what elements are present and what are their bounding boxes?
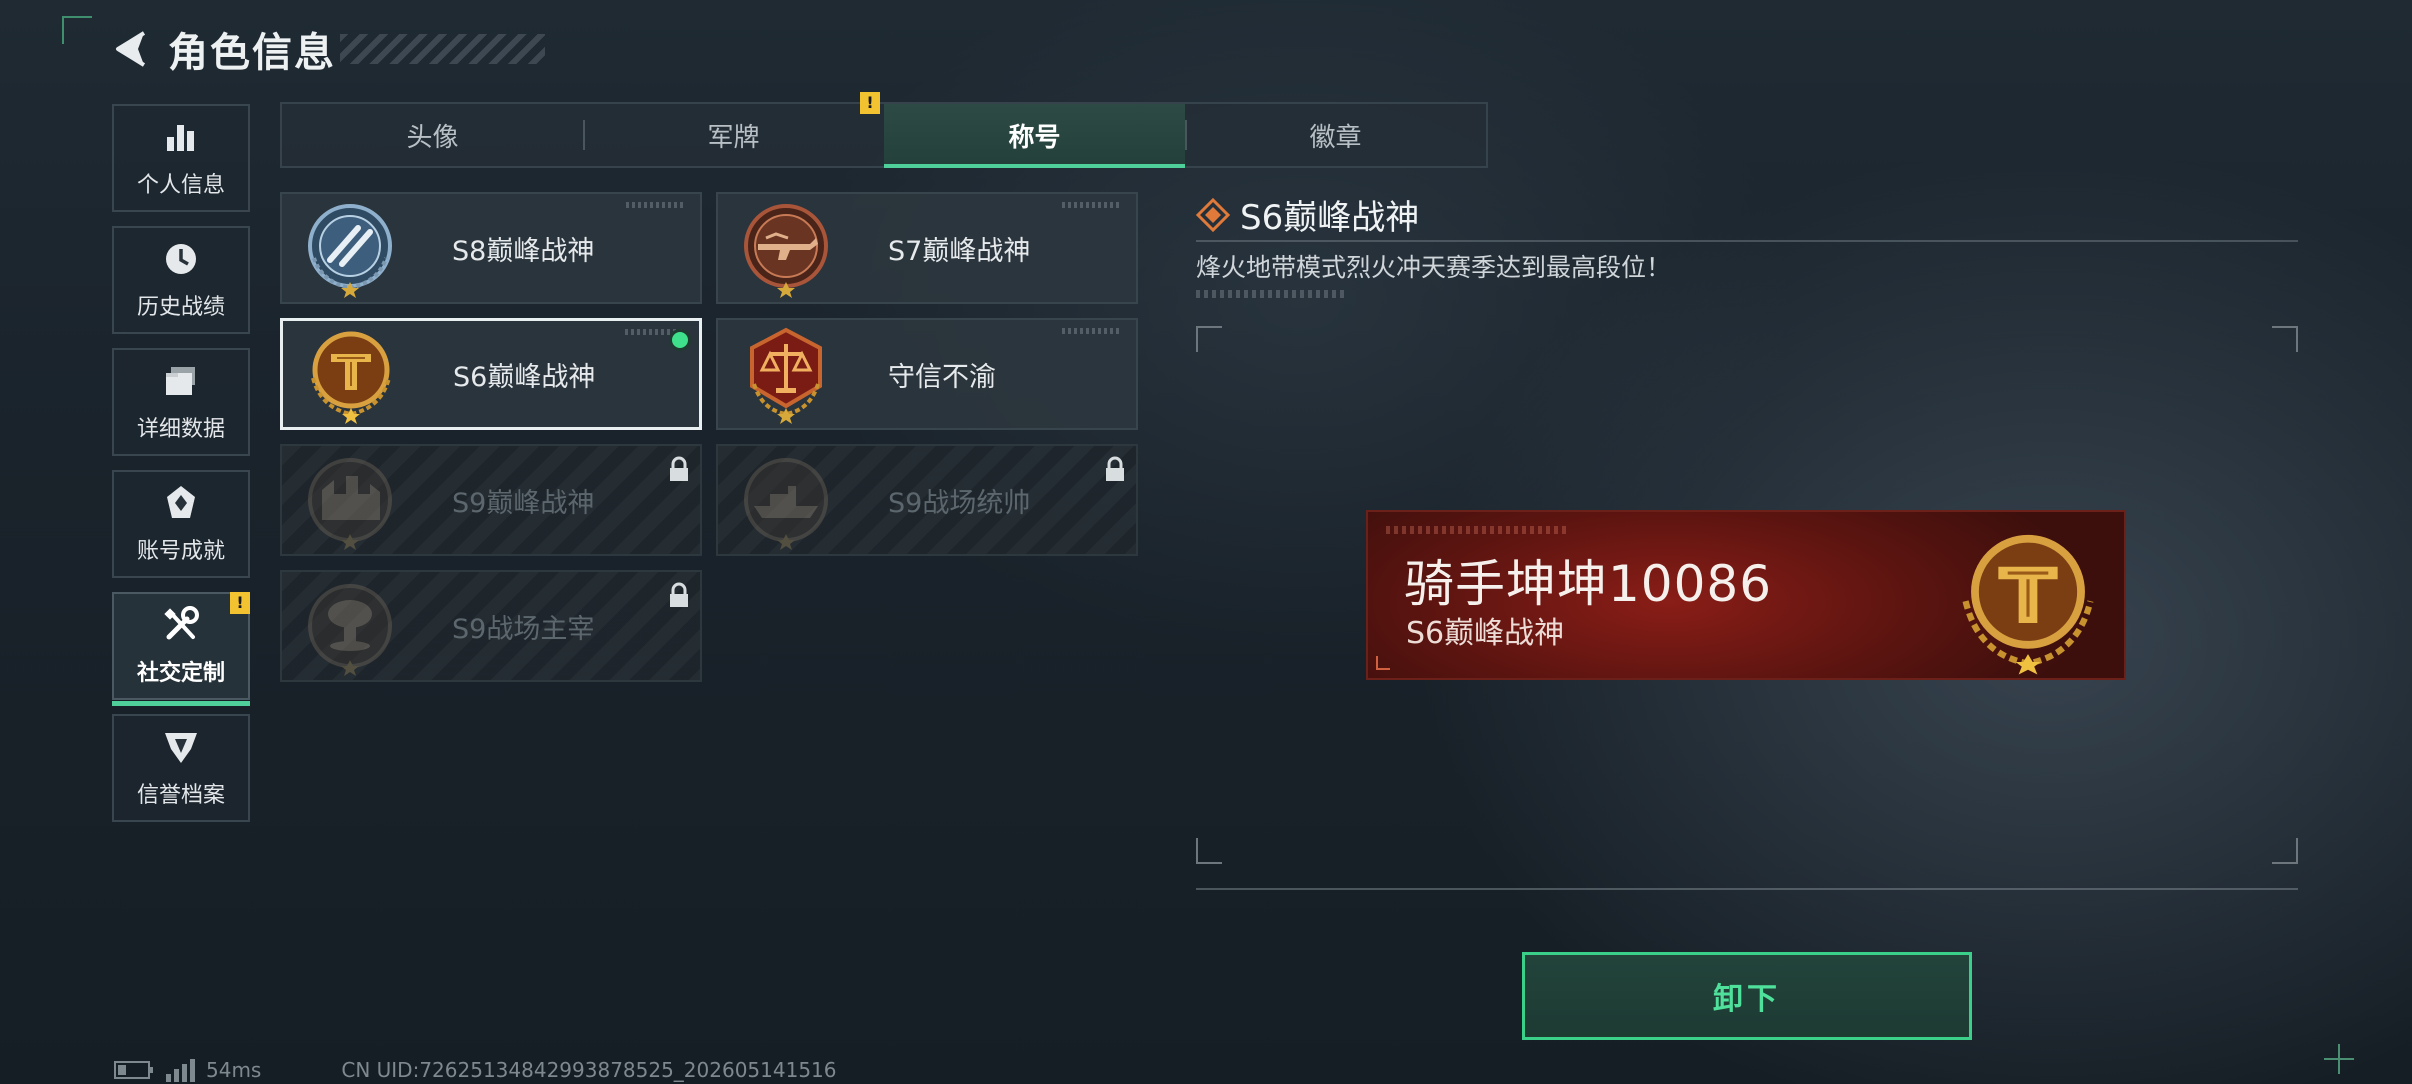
gold-t-emblem-icon [1962,534,2094,675]
detail-decoration [1196,290,1346,298]
history-clock-icon [166,244,196,274]
title-card-s7[interactable]: S7巅峰战神 [716,192,1138,304]
fortress-emblem-icon [308,458,392,550]
banner-title-text: S6巅峰战神 [1406,616,1565,651]
corner-mark-top-left [62,16,92,44]
equipped-indicator [669,329,691,351]
header-decoration [340,34,545,64]
tab-badge[interactable]: 徽章 [1185,104,1486,166]
player-name: 骑手坤坤10086 [1404,555,1773,613]
card-decoration [1062,202,1122,208]
detail-header: S6巅峰战神 [1196,190,1419,239]
gold-t-emblem-icon [311,331,391,424]
bronze-gun-emblem-icon [744,204,828,298]
battery-icon [114,1061,153,1079]
scales-emblem-icon [750,327,822,424]
lock-icon [670,582,688,607]
title-card-label: S9战场主宰 [452,613,595,645]
divider [1196,888,2298,890]
sidebar-item-personal-info[interactable]: 个人信息 [112,104,250,212]
tab-avatar[interactable]: 头像 [282,104,583,166]
title-card-s8[interactable]: S8巅峰战神 [280,192,702,304]
title-card-s9-peak[interactable]: S9巅峰战神 [280,444,702,556]
lock-icon [1106,456,1124,481]
frame-corner [2272,326,2298,352]
status-bar: 54ms CN UID:7262513484299387852​5_202605… [114,1058,837,1082]
page-header: 角色信息 [110,22,336,76]
warning-badge: ! [230,592,250,614]
sidebar-item-label: 历史战绩 [136,295,225,320]
title-card-trustworthy[interactable]: 守信不渝 [716,318,1138,430]
title-card-s9-ruler[interactable]: S9战场主宰 [280,570,702,682]
tab-label: 军牌 [707,122,760,153]
unequip-button[interactable]: 卸下 [1522,952,1972,1040]
title-card-label: S9战场统帅 [888,487,1031,519]
title-card-label: 守信不渝 [888,361,996,393]
mushroom-cloud-emblem-icon [308,584,392,676]
bar-chart-icon [167,125,194,151]
banner-decoration [1386,526,1566,534]
card-decoration [1062,328,1122,334]
sidebar-item-label: 详细数据 [136,417,225,442]
frame-corner [2272,838,2298,864]
sidebar-item-history[interactable]: 历史战绩 [112,226,250,334]
sidebar-item-label: 个人信息 [136,173,225,198]
folder-stack-icon [166,367,195,395]
detail-description: 烽火地带模式烈火冲天赛季达到最高段位！ [1196,253,1672,282]
frame-corner [1196,838,1222,864]
title-card-label: S9巅峰战神 [452,487,595,519]
frame-corner [1196,326,1222,352]
card-decoration [626,202,686,208]
ping-readout: 54ms [206,1058,262,1082]
page-title: 角色信息 [168,30,336,76]
tab-label: 徽章 [1309,122,1362,153]
tab-dog-tag[interactable]: 军牌 ! [583,92,884,166]
sidebar-item-credit-record[interactable]: 信誉档案 [112,714,250,822]
sidebar-item-label: 账号成就 [136,539,225,564]
tab-label: 头像 [406,122,459,153]
unequip-button-label: 卸下 [1713,982,1781,1017]
category-tabs: 头像 军牌 ! 称号 徽章 [280,92,1488,168]
sidebar: 个人信息 历史战绩 详细数据 账号成就 社交定制 ! 信誉档案 [112,104,250,836]
divider [1196,240,2298,242]
corner-mark-bottom-right [2322,1042,2354,1074]
back-arrow-icon[interactable] [110,27,154,71]
detail-title: S6巅峰战神 [1240,198,1420,238]
signal-icon [166,1059,195,1082]
sidebar-item-achievements[interactable]: 账号成就 [112,470,250,578]
tab-title[interactable]: 称号 [884,104,1185,168]
title-preview-banner: 骑手坤坤10086 S6巅峰战神 [1366,510,2126,680]
uid-text: CN UID:7262513484299387852​5_20260514151… [341,1058,837,1082]
title-card-label: S8巅峰战神 [452,235,595,267]
diamond-title-icon [1196,197,1230,232]
sidebar-item-label: 社交定制 [136,661,225,686]
blue-emblem-icon [308,204,392,298]
title-card-s9-commander[interactable]: S9战场统帅 [716,444,1138,556]
sidebar-item-label: 信誉档案 [136,783,225,808]
credit-shield-icon [165,733,197,763]
title-card-label: S6巅峰战神 [453,361,596,393]
tab-label: 称号 [1008,122,1061,153]
sidebar-item-detailed-data[interactable]: 详细数据 [112,348,250,456]
banner-corner [1376,656,1390,670]
title-card-label: S7巅峰战神 [888,235,1031,267]
tools-icon [164,606,199,640]
title-card-s6[interactable]: S6巅峰战神 [280,318,702,430]
warning-badge: ! [860,92,880,114]
achievement-icon [167,486,195,518]
lock-icon [670,456,688,481]
warship-emblem-icon [744,458,828,550]
sidebar-item-social-custom[interactable]: 社交定制 ! [112,592,250,706]
